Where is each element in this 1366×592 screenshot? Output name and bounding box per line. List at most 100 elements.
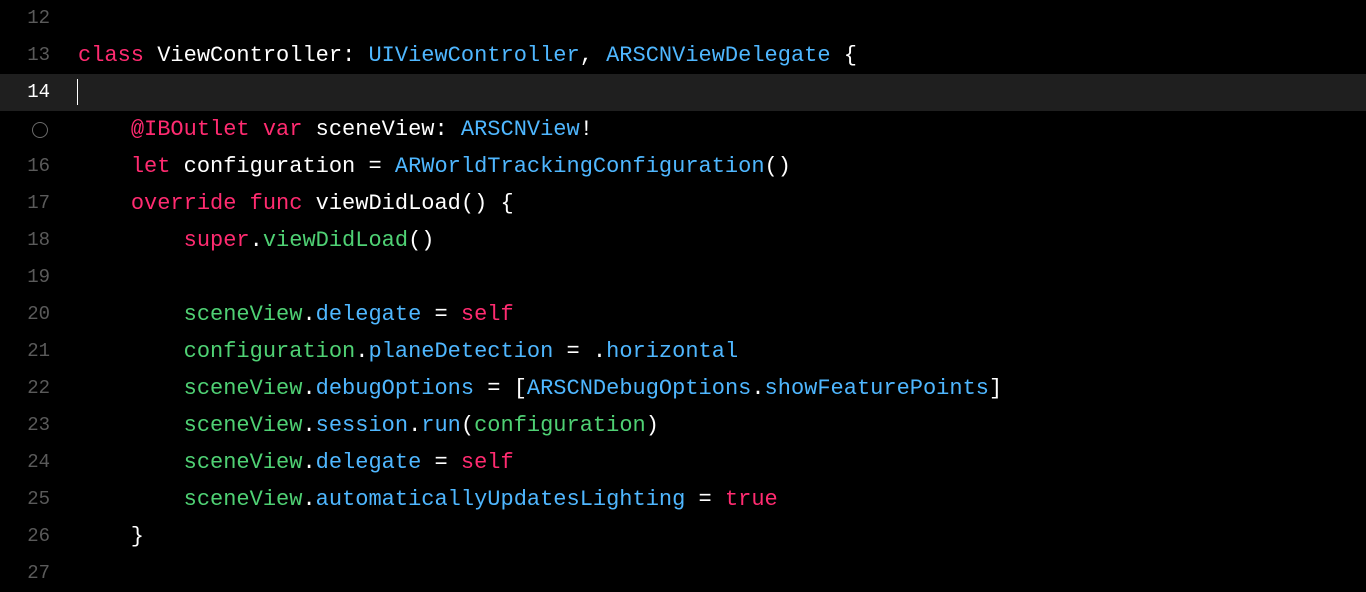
line-number: 22 (27, 370, 50, 407)
code-line[interactable]: 24 sceneView.delegate = self (0, 444, 1366, 481)
code-token: . (302, 487, 315, 512)
code-line[interactable]: 17 override func viewDidLoad() { (0, 185, 1366, 222)
code-token: ARSCNView (461, 117, 580, 142)
code-content[interactable]: override func viewDidLoad() { (64, 185, 514, 222)
code-token: . (408, 413, 421, 438)
code-token: session (316, 413, 408, 438)
code-content[interactable]: sceneView.debugOptions = [ARSCNDebugOpti… (64, 370, 1002, 407)
code-token: automaticallyUpdatesLighting (316, 487, 686, 512)
code-line[interactable]: 23 sceneView.session.run(configuration) (0, 407, 1366, 444)
line-number-gutter[interactable]: 19 (0, 259, 64, 296)
line-number-gutter[interactable]: 14 (0, 74, 64, 111)
code-token: override (131, 191, 250, 216)
code-token (78, 302, 184, 327)
code-token: planeDetection (368, 339, 553, 364)
line-number: 24 (27, 444, 50, 481)
code-token: sceneView (184, 450, 303, 475)
code-content[interactable]: sceneView.session.run(configuration) (64, 407, 659, 444)
text-cursor-icon (77, 79, 78, 105)
code-token (78, 376, 184, 401)
code-token: ARSCNViewDelegate (606, 43, 830, 68)
code-token: configuration (184, 339, 356, 364)
code-token: showFeaturePoints (765, 376, 989, 401)
code-token: : (434, 117, 460, 142)
code-line[interactable]: 14 (0, 74, 1366, 111)
code-token: viewDidLoad (263, 228, 408, 253)
code-token: . (250, 228, 263, 253)
code-line[interactable]: 13class ViewController: UIViewController… (0, 37, 1366, 74)
line-number-gutter[interactable]: 22 (0, 370, 64, 407)
code-token: : (342, 43, 368, 68)
code-token: ARSCNDebugOptions (527, 376, 751, 401)
breakpoint-circle-icon[interactable] (32, 122, 48, 138)
code-token: { (831, 43, 857, 68)
code-line[interactable]: 27 (0, 555, 1366, 592)
code-line[interactable]: 26 } (0, 518, 1366, 555)
code-token: . (302, 450, 315, 475)
code-content[interactable]: sceneView.delegate = self (64, 444, 514, 481)
code-content[interactable]: sceneView.delegate = self (64, 296, 514, 333)
code-content[interactable]: super.viewDidLoad() (64, 222, 434, 259)
line-number: 19 (27, 259, 50, 296)
code-token: func (250, 191, 316, 216)
code-token: () (408, 228, 434, 253)
code-content[interactable]: let configuration = ARWorldTrackingConfi… (64, 148, 791, 185)
line-number: 26 (27, 518, 50, 555)
code-token: configuration (184, 154, 356, 179)
code-line[interactable]: 25 sceneView.automaticallyUpdatesLightin… (0, 481, 1366, 518)
code-token: . (302, 302, 315, 327)
code-content[interactable]: class ViewController: UIViewController, … (64, 37, 857, 74)
line-number-gutter[interactable]: 26 (0, 518, 64, 555)
code-token: true (725, 487, 778, 512)
line-number-gutter[interactable]: 18 (0, 222, 64, 259)
line-number-gutter[interactable]: 13 (0, 37, 64, 74)
code-token: configuration (474, 413, 646, 438)
code-content[interactable]: sceneView.automaticallyUpdatesLighting =… (64, 481, 778, 518)
code-token (78, 117, 131, 142)
line-number-gutter[interactable]: 21 (0, 333, 64, 370)
code-line[interactable]: 18 super.viewDidLoad() (0, 222, 1366, 259)
line-number-gutter[interactable]: 12 (0, 0, 64, 37)
code-editor[interactable]: 1213class ViewController: UIViewControll… (0, 0, 1366, 592)
code-token: sceneView (316, 117, 435, 142)
code-token: delegate (316, 302, 422, 327)
code-token: viewDidLoad (316, 191, 461, 216)
code-line[interactable]: 20 sceneView.delegate = self (0, 296, 1366, 333)
line-number-gutter[interactable]: 23 (0, 407, 64, 444)
line-number-gutter[interactable]: 20 (0, 296, 64, 333)
line-number: 12 (27, 0, 50, 37)
code-token: , (580, 43, 606, 68)
code-token: self (461, 450, 514, 475)
code-line[interactable]: 16 let configuration = ARWorldTrackingCo… (0, 148, 1366, 185)
code-token: } (78, 524, 144, 549)
line-number-gutter[interactable]: 16 (0, 148, 64, 185)
line-number-gutter[interactable]: 25 (0, 481, 64, 518)
code-token: sceneView (184, 302, 303, 327)
line-number-gutter[interactable] (0, 122, 64, 138)
code-token: = . (553, 339, 606, 364)
code-line[interactable]: 21 configuration.planeDetection = .horiz… (0, 333, 1366, 370)
code-content[interactable]: configuration.planeDetection = .horizont… (64, 333, 738, 370)
code-token: = [ (474, 376, 527, 401)
code-line[interactable]: 22 sceneView.debugOptions = [ARSCNDebugO… (0, 370, 1366, 407)
code-line[interactable]: 19 (0, 259, 1366, 296)
code-token: ] (989, 376, 1002, 401)
code-token (78, 154, 131, 179)
code-content[interactable] (64, 74, 78, 111)
code-line[interactable]: @IBOutlet var sceneView: ARSCNView! (0, 111, 1366, 148)
code-token: @IBOutlet (131, 117, 263, 142)
code-token: UIViewController (368, 43, 579, 68)
code-content[interactable]: } (64, 518, 144, 555)
code-line[interactable]: 12 (0, 0, 1366, 37)
code-token (78, 228, 184, 253)
line-number-gutter[interactable]: 27 (0, 555, 64, 592)
code-content[interactable]: @IBOutlet var sceneView: ARSCNView! (64, 111, 593, 148)
code-token: ! (580, 117, 593, 142)
code-token: ( (461, 413, 474, 438)
code-token: = (421, 302, 461, 327)
line-number-gutter[interactable]: 24 (0, 444, 64, 481)
line-number-gutter[interactable]: 17 (0, 185, 64, 222)
code-token (78, 413, 184, 438)
code-token: . (302, 376, 315, 401)
code-token: sceneView (184, 487, 303, 512)
